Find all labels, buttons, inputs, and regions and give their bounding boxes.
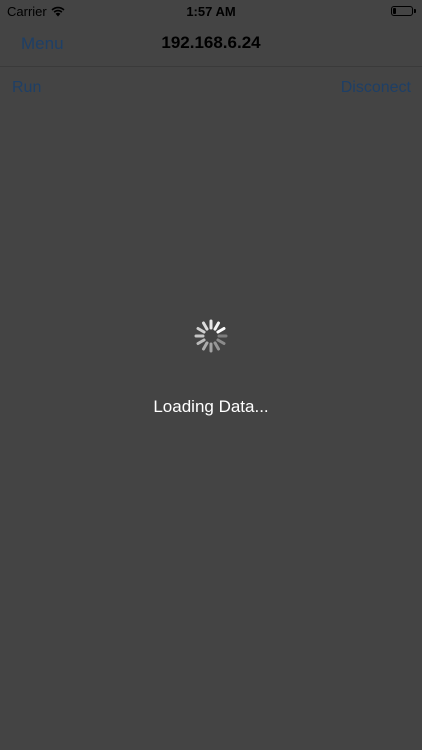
spinner-spoke <box>216 338 226 345</box>
activity-spinner-icon <box>194 319 228 353</box>
spinner-spoke <box>202 321 209 331</box>
navigation-bar: Menu 192.168.6.24 <box>0 22 422 67</box>
status-bar: Carrier 1:57 AM <box>0 0 422 22</box>
spinner-spoke <box>213 321 220 331</box>
spinner-spoke <box>196 327 206 334</box>
battery-icon <box>391 6 416 16</box>
spinner-spoke <box>196 338 206 345</box>
disconnect-button[interactable]: Disconect <box>341 79 411 97</box>
battery-level-fill <box>393 8 396 14</box>
app-screen: Carrier 1:57 AM Menu 192.168.6.24 Run Di… <box>0 0 422 750</box>
toolbar: Run Disconect <box>0 67 422 111</box>
spinner-spoke <box>216 327 226 334</box>
spinner-spoke <box>202 341 209 351</box>
status-time: 1:57 AM <box>186 4 236 19</box>
page-title: 192.168.6.24 <box>161 33 261 52</box>
loading-text: Loading Data... <box>153 397 269 416</box>
spinner-spoke <box>213 341 220 351</box>
run-button[interactable]: Run <box>12 79 41 97</box>
